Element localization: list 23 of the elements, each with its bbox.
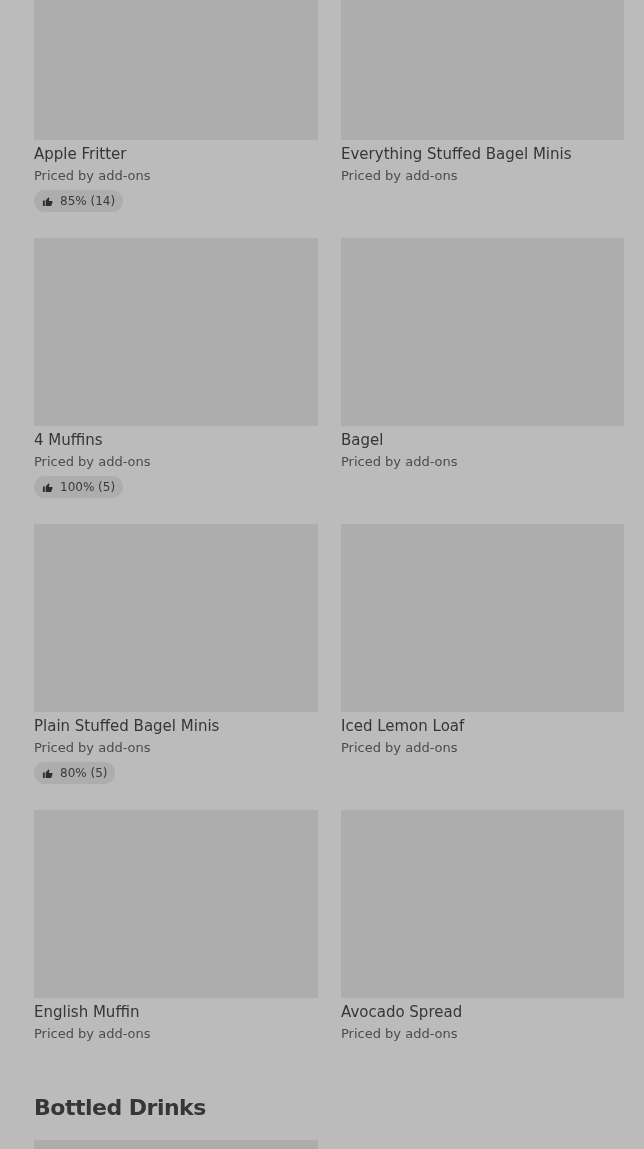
rating-text: 100% (5) — [60, 480, 116, 494]
item-name[interactable]: Everything Stuffed Bagel Minis — [341, 144, 572, 164]
item-price: Priced by add-ons — [34, 453, 151, 471]
rating-text: 80% (5) — [60, 766, 108, 780]
item-price: Priced by add-ons — [341, 739, 458, 757]
item-price: Priced by add-ons — [341, 453, 458, 471]
item-price: Priced by add-ons — [34, 167, 151, 185]
item-price: Priced by add-ons — [341, 167, 458, 185]
item-name[interactable]: Bagel — [341, 430, 384, 450]
thumbs-up-icon — [42, 481, 53, 493]
thumbs-up-icon — [42, 767, 53, 779]
item-name[interactable]: Iced Lemon Loaf — [341, 716, 465, 736]
item-name[interactable]: Plain Stuffed Bagel Minis — [34, 716, 220, 736]
item-name[interactable]: Apple Fritter — [34, 144, 127, 164]
item-name[interactable]: Avocado Spread — [341, 1002, 463, 1022]
section-heading: Bottled Drinks — [34, 1096, 207, 1120]
item-price: Priced by add-ons — [34, 739, 151, 757]
item-price: Priced by add-ons — [341, 1025, 458, 1043]
item-name[interactable]: English Muffin — [34, 1002, 140, 1022]
rating-text: 85% (14) — [60, 194, 116, 208]
item-name[interactable]: 4 Muffins — [34, 430, 103, 450]
item-price: Priced by add-ons — [34, 1025, 151, 1043]
thumbs-up-icon — [42, 195, 53, 207]
